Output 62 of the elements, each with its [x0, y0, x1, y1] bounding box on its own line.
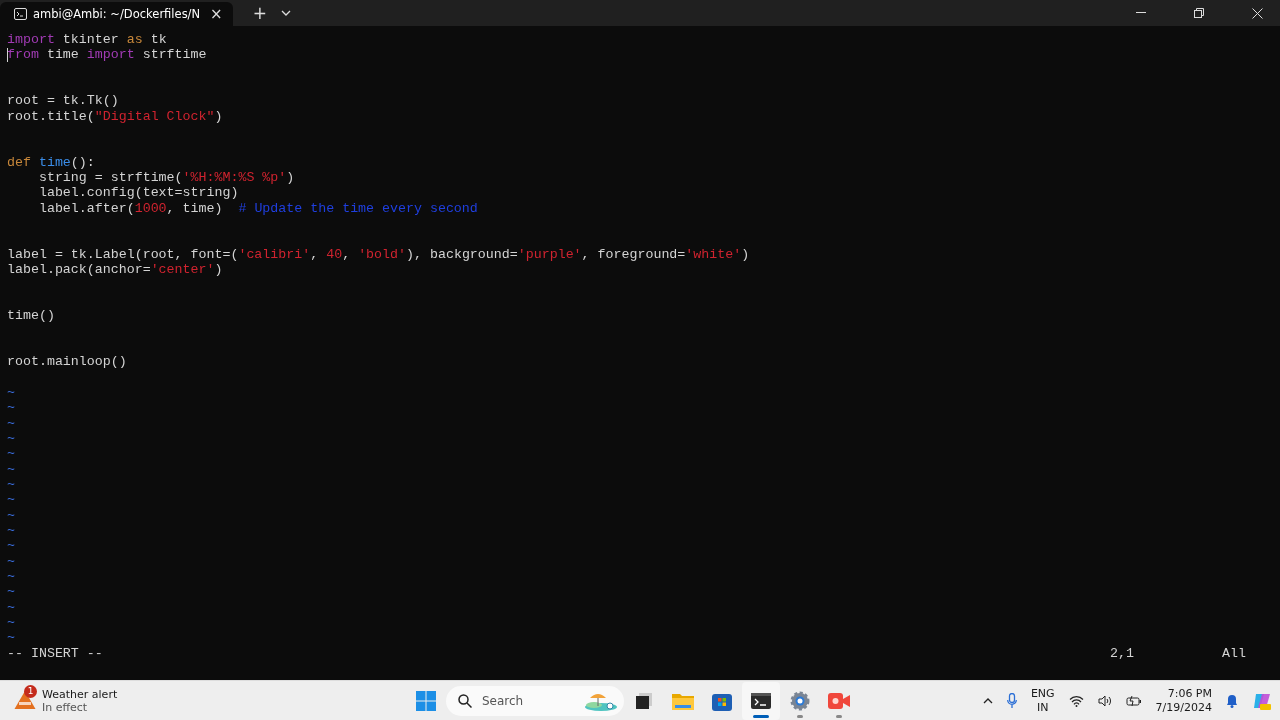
code-line: import tkinter as tk: [7, 32, 167, 48]
code-line: from time import strftime: [7, 47, 207, 63]
notification-badge: 1: [24, 684, 37, 698]
terminal-icon[interactable]: [751, 692, 771, 709]
code-line: label.after(1000, time) # Update the time every second: [37, 200, 478, 217]
cursor-position: 2,1: [1110, 646, 1135, 661]
windows-start-icon[interactable]: [416, 690, 436, 711]
empty-line-marker: ~: [7, 599, 15, 616]
clock-date[interactable]: 7/19/2024: [1155, 700, 1212, 715]
terminal-tab[interactable]: ambi@Ambi: ~/Dockerfiles/N ×: [0, 2, 233, 26]
scroll-position: All: [1222, 646, 1246, 661]
language-indicator[interactable]: ENG: [1030, 686, 1055, 701]
keyboard-region[interactable]: IN: [1037, 700, 1049, 715]
video-camera-icon[interactable]: [828, 692, 850, 709]
close-tab-button[interactable]: ×: [206, 5, 233, 23]
code-line: root.title("Digital Clock"): [7, 108, 223, 125]
code-line: def time():: [7, 154, 95, 171]
code-line: root = tk.Tk(): [7, 93, 119, 109]
weather-subtitle: In effect: [42, 700, 89, 714]
terminal-icon: [14, 8, 27, 20]
battery-icon[interactable]: [1125, 694, 1142, 707]
empty-line-marker: ~: [7, 569, 15, 585]
empty-line-marker: ~: [7, 584, 15, 600]
code-line: root.mainloop(): [7, 354, 127, 370]
code-line: label = tk.Label(root, font=('calibri', 40, 'bold'), background='purple', foreground='white'): [7, 246, 750, 263]
bell-icon[interactable]: [1226, 693, 1238, 708]
clock-time[interactable]: 7:06 PM: [1167, 686, 1212, 701]
new-tab-button[interactable]: +: [244, 0, 275, 26]
empty-line-marker: ~: [7, 492, 15, 508]
code-line: string = strftime('%H:%M:%S %p'): [37, 170, 295, 186]
volume-icon[interactable]: [1097, 694, 1112, 707]
window-stack-icon[interactable]: [635, 691, 653, 710]
empty-line-marker: ~: [7, 446, 15, 462]
empty-line-marker: ~: [7, 476, 15, 493]
empty-line-marker: ~: [7, 430, 15, 447]
restore-icon[interactable]: [1194, 8, 1204, 18]
search-icon: [458, 693, 472, 708]
empty-line-marker: ~: [7, 630, 15, 646]
code-line: label.pack(anchor='center'): [7, 262, 223, 278]
empty-line-marker: ~: [7, 523, 15, 539]
gear-icon[interactable]: [790, 690, 810, 711]
empty-line-marker: ~: [7, 538, 15, 554]
search-field[interactable]: Search: [446, 685, 624, 716]
folder-icon[interactable]: [672, 691, 694, 710]
empty-line-marker: ~: [7, 384, 15, 401]
code-line: label.config(text=string): [37, 185, 239, 201]
empty-line-marker: ~: [7, 553, 15, 570]
code-line: time(): [7, 308, 55, 324]
tab-title: ambi@Ambi: ~/Dockerfiles/N: [33, 7, 201, 21]
empty-line-marker: ~: [7, 415, 15, 431]
mode-indicator: -- INSERT --: [7, 646, 103, 661]
chevron-down-icon[interactable]: [280, 10, 291, 16]
empty-line-marker: ~: [7, 400, 15, 416]
microphone-icon[interactable]: [1006, 692, 1017, 709]
empty-line-marker: ~: [7, 461, 15, 477]
wifi-icon[interactable]: [1068, 694, 1084, 707]
empty-line-marker: ~: [7, 615, 15, 631]
minimize-icon[interactable]: [1136, 12, 1146, 14]
chevron-up-icon[interactable]: [982, 697, 993, 704]
weather-title[interactable]: Weather alert: [42, 687, 118, 701]
empty-line-marker: ~: [7, 507, 15, 523]
close-icon[interactable]: [1251, 7, 1263, 19]
